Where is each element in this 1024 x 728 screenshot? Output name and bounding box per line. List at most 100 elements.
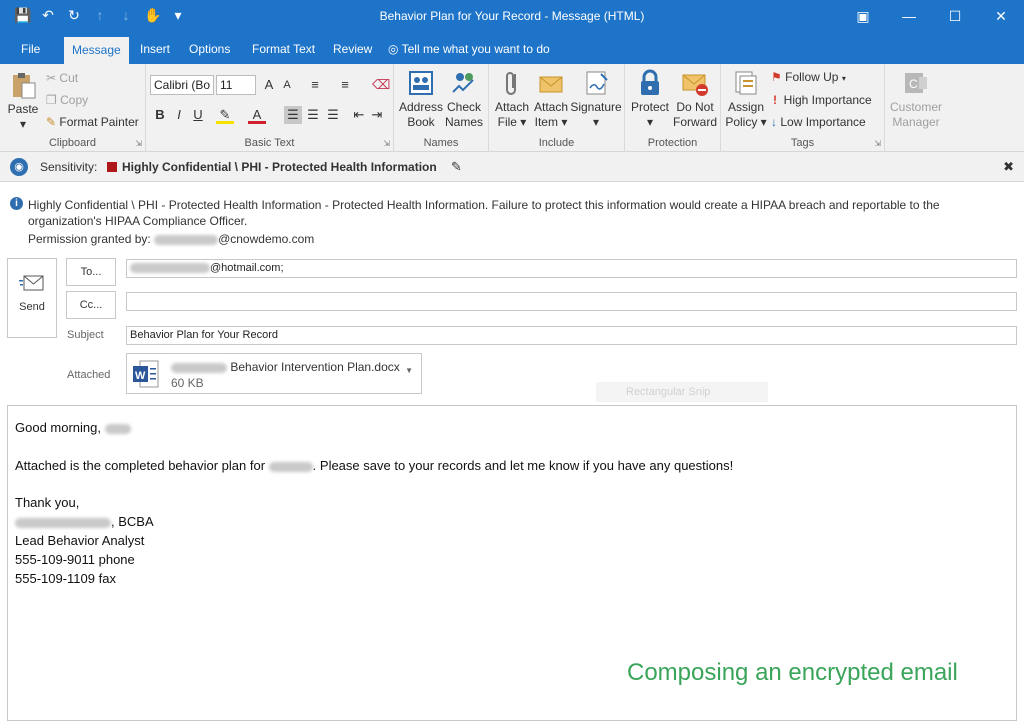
format-painter-button[interactable]: ✎ Format Painter [46, 115, 139, 129]
subject-label: Subject [67, 329, 104, 341]
permission-line: Permission granted by: @cnowdemo.com [28, 232, 315, 246]
decrease-indent-icon[interactable]: ⇤ [350, 106, 368, 124]
sensitivity-label: Sensitivity: [40, 160, 98, 174]
redacted-name [104, 423, 131, 434]
font-name-box[interactable]: Calibri (Bo [150, 75, 214, 95]
envelope-clip-icon [539, 76, 563, 93]
do-not-forward-button[interactable]: Do Not Forward [671, 68, 719, 130]
copy-button[interactable]: ❐ Copy [46, 93, 88, 107]
subject-field[interactable]: Behavior Plan for Your Record [126, 326, 1017, 345]
sensitivity-color-swatch [107, 162, 117, 172]
align-center-icon[interactable]: ☰ [304, 106, 322, 124]
greeting-line: Good morning, [15, 420, 131, 435]
follow-up-button[interactable]: ⚑ Follow Up ▾ [771, 70, 846, 84]
down-arrow-icon: ↓ [771, 115, 777, 129]
minimize-icon[interactable]: — [886, 0, 932, 34]
clipboard-group: Paste ▾ ✂ Cut ❐ Copy ✎ Format Painter Cli… [0, 64, 146, 152]
check-names-button[interactable]: Check Names [443, 68, 485, 130]
redacted-name [15, 517, 111, 528]
dialog-launcher-icon[interactable]: ⇲ [383, 139, 390, 148]
paste-button[interactable]: Paste ▾ [6, 70, 40, 132]
tab-options[interactable]: Options [185, 34, 234, 64]
italic-icon[interactable]: I [170, 106, 188, 124]
flag-icon: ⚑ [771, 70, 782, 84]
protection-label: Protection [647, 137, 698, 149]
signature-icon [586, 71, 608, 95]
tab-insert[interactable]: Insert [136, 34, 174, 64]
attach-file-button[interactable]: Attach File ▾ [492, 68, 532, 130]
sensitivity-value[interactable]: Highly Confidential \ PHI - Protected He… [122, 160, 437, 174]
cut-button[interactable]: ✂ Cut [46, 71, 78, 85]
signature-phone-line: 555-109-9011 phone [15, 552, 135, 567]
names-label: Names [423, 137, 459, 149]
include-group: Attach File ▾ Attach Item ▾ Signature ▾ Inc… [489, 64, 625, 152]
tab-message[interactable]: Message [64, 37, 129, 64]
cc-field[interactable] [126, 292, 1017, 311]
signature-name-line: , BCBA [15, 514, 154, 529]
underline-icon[interactable]: U [189, 106, 207, 124]
numbering-icon[interactable]: ≡ [336, 76, 354, 94]
tab-review[interactable]: Review [329, 34, 376, 64]
low-importance-button[interactable]: ↓ Low Importance [771, 115, 866, 129]
customer-manager-button[interactable]: C Customer Manager [887, 68, 945, 130]
font-color-icon[interactable]: A [248, 106, 266, 124]
dialog-launcher-icon[interactable]: ⇲ [135, 139, 142, 148]
increase-indent-icon[interactable]: ⇥ [368, 106, 386, 124]
chevron-down-icon[interactable]: ▼ [405, 366, 413, 375]
font-size-box[interactable]: 11 [216, 75, 256, 95]
assign-policy-button[interactable]: Assign Policy ▾ [724, 68, 768, 130]
scissors-icon: ✂ [46, 71, 57, 85]
maximize-icon[interactable]: ☐ [932, 0, 978, 34]
thanks-line: Thank you, [15, 495, 80, 510]
tags-label: Tags [790, 137, 815, 149]
protection-group: Protect ▾ Do Not Forward Protection [625, 64, 721, 152]
high-importance-button[interactable]: ! High Importance [773, 93, 872, 107]
redacted-name [268, 461, 313, 472]
close-window-icon[interactable]: ✕ [978, 0, 1024, 34]
cc-button[interactable]: Cc... [66, 291, 116, 319]
clear-formatting-icon[interactable]: ⌫ [372, 76, 390, 94]
info-icon: i [10, 197, 23, 210]
attachment-name: Behavior Intervention Plan.docx [171, 360, 400, 374]
copy-icon: ❐ [46, 93, 57, 107]
bold-icon[interactable]: B [151, 106, 169, 124]
attachment-item[interactable]: W Behavior Intervention Plan.docx 60 KB … [126, 353, 422, 394]
send-envelope-icon [19, 275, 44, 291]
sensitivity-bar: ◉ Sensitivity: Highly Confidential \ PHI… [0, 152, 1024, 182]
signature-title-line: Lead Behavior Analyst [15, 533, 145, 548]
send-button[interactable]: Send [7, 258, 57, 338]
paperclip-icon [506, 72, 516, 95]
ribbon: Paste ▾ ✂ Cut ❐ Copy ✎ Format Painter Cli… [0, 64, 1024, 152]
dialog-launcher-icon[interactable]: ⇲ [874, 139, 881, 148]
protect-button[interactable]: Protect ▾ [628, 68, 672, 130]
redacted-recipient [130, 263, 210, 274]
tab-format-text[interactable]: Format Text [248, 34, 319, 64]
tell-me-text: Tell me what you want to do [401, 42, 550, 56]
ribbon-display-options-icon[interactable]: ▣ [840, 0, 886, 34]
to-button[interactable]: To... [66, 258, 116, 286]
tab-file[interactable]: File [17, 34, 44, 64]
to-field[interactable]: @hotmail.com; [126, 259, 1017, 278]
shrink-font-icon[interactable]: A [278, 76, 296, 94]
include-label: Include [538, 137, 575, 149]
policy-icon [735, 71, 757, 95]
redacted-name [154, 234, 219, 245]
dropdown-arrow-icon: ▾ [841, 74, 846, 83]
dropdown-arrow-icon: ▾ [19, 117, 27, 131]
pencil-icon[interactable]: ✎ [451, 159, 462, 175]
signature-fax-line: 555-109-1109 fax [15, 571, 116, 586]
attach-item-button[interactable]: Attach Item ▾ [531, 68, 571, 130]
align-right-icon[interactable]: ☰ [324, 106, 342, 124]
close-icon[interactable]: ✖ [1003, 159, 1014, 175]
check-names-icon [452, 73, 474, 93]
customer-manager-group: C Customer Manager [885, 64, 947, 152]
bullets-icon[interactable]: ≡ [306, 76, 324, 94]
address-book-button[interactable]: Address Book [398, 68, 444, 130]
highlight-icon[interactable]: ✎ [216, 106, 234, 124]
signature-button[interactable]: Signature ▾ [569, 68, 623, 130]
tell-me-box[interactable]: ◎ Tell me what you want to do [388, 34, 550, 64]
align-left-icon[interactable]: ☰ [284, 106, 302, 124]
ribbon-tabs: File Message Insert Options Format Text … [0, 34, 1024, 64]
lightbulb-icon: ◎ [388, 42, 399, 56]
grow-font-icon[interactable]: A [260, 76, 278, 94]
